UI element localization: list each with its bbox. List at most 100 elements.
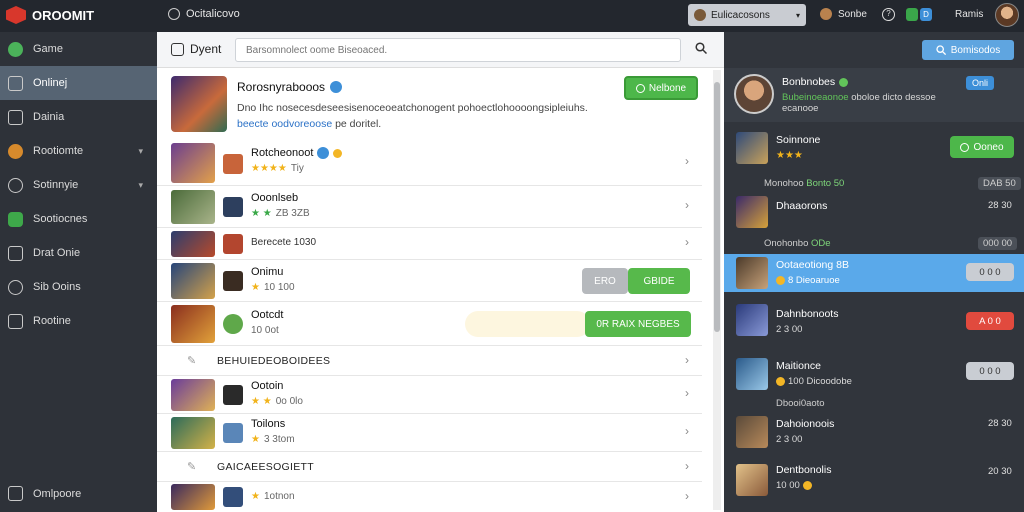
- sidebar-item-rootiomte[interactable]: Rootiomte ▾: [0, 134, 157, 168]
- chevron-right-icon[interactable]: ›: [685, 489, 689, 503]
- main-scrollbar[interactable]: [713, 70, 721, 510]
- document-icon: [8, 109, 23, 125]
- sidebar-footer-label: Omlpoore: [33, 487, 82, 500]
- sidebar-item-sotinnyie[interactable]: Sotinnyie ▾: [0, 168, 157, 202]
- right-search-button[interactable]: Bomisodos: [922, 40, 1014, 60]
- friend-thumbnail: [736, 257, 768, 289]
- friend-thumbnail: [736, 358, 768, 390]
- game-thumbnail: [171, 484, 215, 510]
- page-title-area: Ocitalicovo: [168, 8, 240, 20]
- primary-button[interactable]: 0R RAIX NEGBES: [585, 311, 691, 337]
- search-input[interactable]: [235, 38, 681, 62]
- chevron-right-icon[interactable]: ›: [685, 154, 689, 168]
- sidebar-item-game[interactable]: Game: [0, 32, 157, 66]
- search-icon[interactable]: [695, 42, 707, 54]
- list-item[interactable]: Ootcdt 10 0ot 0R RAIX NEGBES: [157, 302, 702, 346]
- section-header: ✎ GAICAEESOGIETT ›: [157, 452, 702, 482]
- play-icon: [635, 83, 645, 93]
- creator-avatar: [223, 234, 243, 254]
- friend-action-button[interactable]: Ooneo: [950, 136, 1014, 158]
- list-item[interactable]: Rotcheonoot ★★★★ Tiy ›: [157, 140, 702, 186]
- list-item[interactable]: Onimu ★ 10 100 ERO GBIDE: [157, 260, 702, 302]
- rating-stars: ★★★: [776, 150, 803, 161]
- online-tag[interactable]: Onli: [966, 76, 995, 90]
- list-item[interactable]: Berecete 1030 ›: [157, 228, 702, 260]
- chevron-right-icon[interactable]: ›: [685, 198, 689, 212]
- friend-meta: 100 Dicoodobe: [776, 376, 852, 387]
- friend-meta: 2 3 00: [776, 324, 803, 335]
- friend-item[interactable]: Maitionce 100 Dicoodobe 0 0 0: [724, 352, 1024, 396]
- friend-meta: 8 Dieoaruoe: [776, 275, 840, 286]
- friend-title: Dhaaorons: [776, 200, 828, 212]
- featured-description: Dno Ihc nosecesdeseesisenoceoeatchonogen…: [237, 100, 617, 132]
- sidebar-item-label: Rootine: [33, 315, 71, 327]
- creator-avatar: [223, 423, 243, 443]
- highlight-strip: [465, 311, 590, 337]
- list-item[interactable]: ★ 1otnon ›: [157, 482, 702, 512]
- list-item[interactable]: Toilons ★ 3 3tom ›: [157, 414, 702, 452]
- app-dropdown[interactable]: Eulicacosons ▾: [688, 4, 806, 26]
- monitor-icon: [8, 75, 23, 91]
- featured-card[interactable]: Rorosnyrabooos Dno Ihc nosecesdeseesisen…: [171, 76, 701, 140]
- help-icon[interactable]: ?: [882, 8, 895, 21]
- row-sub-group: ★ 1otnon: [251, 491, 295, 502]
- creator-avatar: [223, 314, 243, 334]
- friend-meta: 10 00: [776, 480, 812, 491]
- featured-action-button[interactable]: Nelbone: [624, 76, 698, 100]
- list-item[interactable]: Ootoin ★ ★ 0o 0lo ›: [157, 376, 702, 414]
- cloud-icon: [8, 177, 23, 193]
- primary-button[interactable]: GBIDE: [628, 268, 690, 294]
- profile-card[interactable]: Bonbnobes Bubeinoeaonoe oboloe dicto des…: [724, 68, 1024, 122]
- friend-item[interactable]: Dahoionoois 2 3 00 28 30: [724, 412, 1024, 456]
- sidebar-item-drat-onie[interactable]: Drat Onie: [0, 236, 157, 270]
- profile-status: Bubeinoeaonoe oboloe dicto dessoe ecanoo…: [782, 92, 936, 114]
- scrollbar-thumb[interactable]: [714, 82, 720, 332]
- sidebar-item-rootine[interactable]: Rootine: [0, 304, 157, 338]
- verified-icon: [330, 81, 343, 93]
- featured-link[interactable]: beecte oodvoreoose: [237, 118, 332, 130]
- page-title: Ocitalicovo: [186, 8, 240, 20]
- friend-action-button[interactable]: 0 0 0: [966, 362, 1014, 380]
- friend-action-button[interactable]: A 0 0: [966, 312, 1014, 330]
- profile-avatar[interactable]: [734, 74, 774, 114]
- sidebar-item-dainia[interactable]: Dainia: [0, 100, 157, 134]
- account-name[interactable]: Ramis: [955, 9, 983, 20]
- chevron-right-icon[interactable]: ›: [685, 235, 689, 249]
- section-label: GAICAEESOGIETT: [217, 461, 314, 473]
- green-badge-icon: [8, 211, 23, 227]
- row-sub: ZB 3ZB: [275, 208, 310, 219]
- secondary-button[interactable]: ERO: [582, 268, 628, 294]
- sidebar-item-onlinej[interactable]: Onlinej: [0, 66, 157, 100]
- list-item[interactable]: Ooonlseb ★ ★ ZB 3ZB ›: [157, 186, 702, 228]
- account-avatar[interactable]: [995, 3, 1019, 27]
- green-badge[interactable]: [906, 8, 918, 21]
- chevron-right-icon[interactable]: ›: [685, 353, 689, 367]
- friend-item[interactable]: Soinnone ★★★ Ooneo: [724, 126, 1024, 170]
- creator-avatar: [223, 154, 243, 174]
- chevron-right-icon[interactable]: ›: [685, 424, 689, 438]
- chevron-right-icon[interactable]: ›: [685, 459, 689, 473]
- sidebar-footer-item[interactable]: Omlpoore: [8, 486, 81, 501]
- game-thumbnail: [171, 379, 215, 411]
- rating-stars: ★ ★: [251, 396, 272, 407]
- blue-badge[interactable]: D: [920, 8, 932, 21]
- top-bar: OROOMIT Ocitalicovo Eulicacosons ▾ Sonbe…: [0, 0, 1024, 32]
- app-logo[interactable]: OROOMIT: [6, 6, 94, 24]
- chevron-down-icon: ▾: [138, 145, 143, 156]
- row-sub: 1otnon: [263, 491, 295, 502]
- creator-avatar: [223, 197, 243, 217]
- friend-title: Ootaeotiong 8B: [776, 259, 849, 271]
- list-divider: Onohonbo ODe 000 00: [724, 234, 1024, 252]
- friend-item[interactable]: Dentbonolis 10 00 20 30: [724, 460, 1024, 504]
- friend-action-button[interactable]: 0 0 0: [966, 263, 1014, 281]
- user-chip[interactable]: Sonbe: [820, 8, 867, 20]
- sidebar-item-sib-ooins[interactable]: Sib Ooins: [0, 270, 157, 304]
- friend-count: 28 30: [988, 418, 1012, 429]
- friend-item-selected[interactable]: Ootaeotiong 8B 8 Dieoaruoe 0 0 0: [724, 254, 1024, 292]
- friend-item[interactable]: Dahnbonoots 2 3 00 A 0 0: [724, 298, 1024, 342]
- friend-item[interactable]: Dhaaorons 28 30: [724, 192, 1024, 236]
- sidebar-item-sootiocnes[interactable]: Sootiocnes: [0, 202, 157, 236]
- chevron-right-icon[interactable]: ›: [685, 386, 689, 400]
- divider-label: Monohoo Bonto 50: [764, 178, 844, 189]
- game-thumbnail: [171, 417, 215, 449]
